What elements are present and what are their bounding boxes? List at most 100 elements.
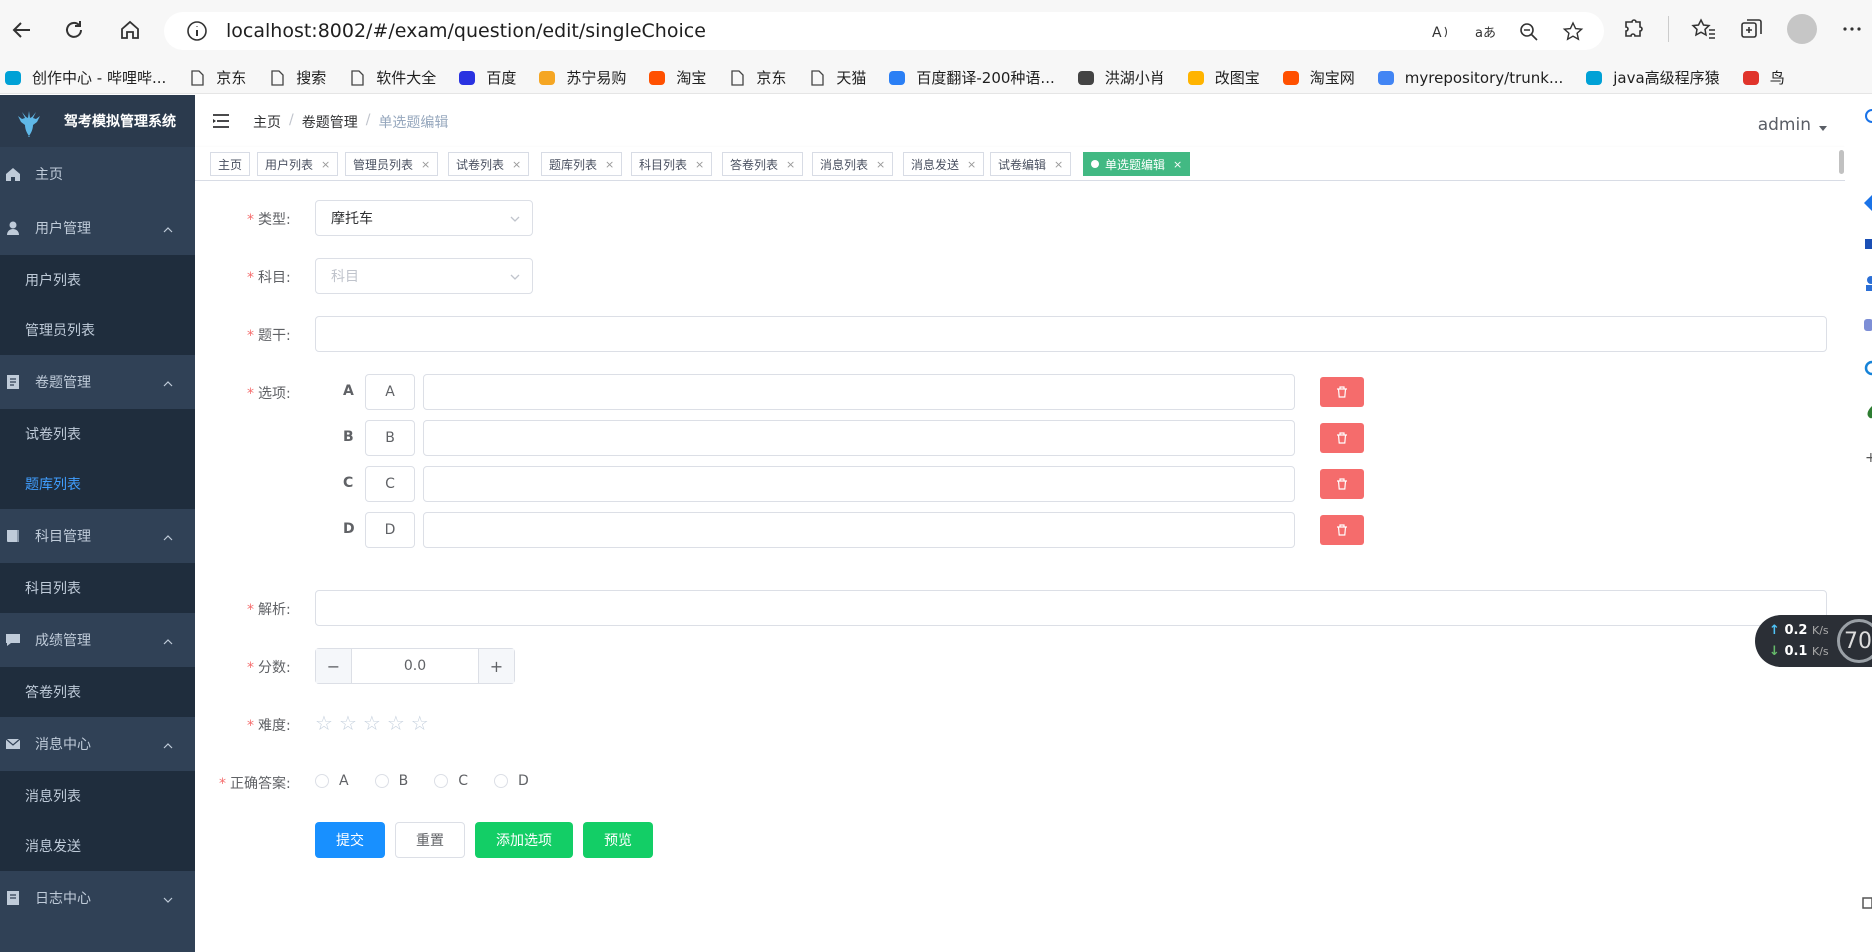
close-icon[interactable]: × (512, 158, 521, 171)
sidebar-item-home[interactable]: 主页 (0, 147, 195, 201)
menu-label[interactable]: 题库列表 (25, 474, 81, 494)
option-prefix-input[interactable]: B (365, 420, 415, 456)
radio-circle[interactable] (434, 774, 449, 788)
tag-label[interactable]: 试卷编辑 (998, 156, 1046, 173)
tag-label[interactable]: 试卷列表 (456, 156, 504, 173)
tag-label[interactable]: 用户列表 (265, 156, 313, 173)
bookmark-item[interactable]: 搜索 (268, 67, 326, 88)
option-prefix-input[interactable]: A (365, 374, 415, 410)
increase-button[interactable]: + (478, 649, 514, 683)
tag-label[interactable]: 题库列表 (549, 156, 597, 173)
tag-label[interactable]: 主页 (218, 156, 242, 173)
tag-item[interactable]: 消息列表 × (812, 152, 894, 176)
reset-button[interactable]: 重置 (395, 822, 465, 858)
sidebar-group[interactable]: 日志中心 (0, 871, 195, 925)
delete-option-button[interactable] (1320, 469, 1364, 499)
home-button[interactable] (112, 12, 148, 48)
radio-circle[interactable] (374, 774, 389, 788)
bookmark-label[interactable]: 改图宝 (1215, 67, 1260, 88)
tag-item[interactable]: 答卷列表 × (722, 152, 804, 176)
bookmark-label[interactable]: 洪湖小肖 (1105, 67, 1165, 88)
sidebar-subitem[interactable]: 用户列表 (0, 255, 195, 305)
bookmark-item[interactable]: 淘宝 (648, 67, 706, 88)
menu-label[interactable]: 用户管理 (35, 218, 91, 238)
star-icon[interactable]: ☆ (363, 713, 381, 733)
sidebar-group[interactable]: 卷题管理 (0, 355, 195, 409)
menu-label[interactable]: 科目列表 (25, 578, 81, 598)
briefcase-icon[interactable] (1863, 237, 1872, 251)
bookmark-item[interactable]: 苏宁易购 (538, 67, 626, 88)
sidebar-group[interactable]: 成绩管理 (0, 613, 195, 667)
breadcrumb-home[interactable]: 主页 (253, 112, 281, 132)
bookmark-label[interactable]: 天猫 (836, 67, 866, 88)
bookmark-item[interactable]: java高级程序猿 (1585, 67, 1720, 88)
read-aloud-icon[interactable]: A (1430, 21, 1452, 43)
user-menu[interactable]: admin (1758, 115, 1827, 135)
radio-circle[interactable] (493, 774, 508, 788)
star-icon[interactable]: ☆ (411, 713, 429, 733)
bookmark-item[interactable]: 改图宝 (1187, 67, 1260, 88)
reload-button[interactable] (56, 12, 92, 48)
tag-item[interactable]: 用户列表 × (257, 152, 339, 176)
diamond-icon[interactable] (1863, 195, 1872, 211)
breadcrumb-section[interactable]: 卷题管理 (302, 112, 358, 132)
close-icon[interactable]: × (967, 158, 976, 171)
menu-label[interactable]: 消息发送 (25, 836, 81, 856)
url-text[interactable]: localhost:8002/#/exam/question/edit/sing… (226, 20, 706, 42)
delete-option-button[interactable] (1320, 377, 1364, 407)
radio-label[interactable]: C (458, 773, 468, 789)
search-icon[interactable] (1862, 109, 1872, 127)
tag-label[interactable]: 管理员列表 (353, 156, 413, 173)
menu-label[interactable]: 日志中心 (35, 888, 91, 908)
menu-label[interactable]: 成绩管理 (35, 630, 91, 650)
bookmark-item[interactable]: 京东 (728, 67, 786, 88)
stem-input[interactable] (315, 316, 1827, 352)
option-content-input[interactable] (423, 466, 1295, 502)
bookmark-item[interactable]: myrepository/trunk... (1377, 69, 1563, 87)
tag-label[interactable]: 消息列表 (820, 156, 868, 173)
bookmark-item[interactable]: 淘宝网 (1282, 67, 1355, 88)
menu-label[interactable]: 管理员列表 (25, 320, 95, 340)
close-icon[interactable]: × (786, 158, 795, 171)
type-select[interactable]: 摩托车 (315, 200, 533, 236)
bookmark-label[interactable]: myrepository/trunk... (1405, 69, 1563, 87)
bookmark-label[interactable]: 京东 (216, 67, 246, 88)
tag-item[interactable]: 单选题编辑 × (1083, 152, 1191, 176)
difficulty-rating[interactable]: ☆ ☆ ☆ ☆ ☆ (315, 713, 429, 733)
preview-button[interactable]: 预览 (583, 822, 653, 858)
menu-label[interactable]: 用户列表 (25, 270, 81, 290)
extensions-icon[interactable] (1620, 16, 1646, 42)
favorite-add-icon[interactable] (1562, 21, 1584, 43)
close-icon[interactable]: × (1054, 158, 1063, 171)
submit-button[interactable]: 提交 (315, 822, 385, 858)
answer-radio[interactable]: D (493, 773, 529, 789)
bookmark-label[interactable]: java高级程序猿 (1613, 67, 1719, 88)
option-prefix-input[interactable]: D (365, 512, 415, 548)
tag-label[interactable]: 答卷列表 (730, 156, 778, 173)
sidebar-subitem[interactable]: 管理员列表 (0, 305, 195, 355)
radio-circle[interactable] (315, 774, 329, 788)
sidebar-subitem[interactable]: 题库列表 (0, 459, 195, 509)
back-button[interactable] (4, 12, 40, 48)
sidebar-subitem[interactable]: 消息列表 (0, 771, 195, 821)
bookmark-item[interactable]: 京东 (188, 67, 246, 88)
subject-select[interactable]: 科目 (315, 258, 533, 294)
sidebar-subitem[interactable]: 试卷列表 (0, 409, 195, 459)
sidebar-group[interactable]: 科目管理 (0, 509, 195, 563)
close-icon[interactable]: × (605, 158, 614, 171)
menu-label[interactable]: 试卷列表 (25, 424, 81, 444)
delete-option-button[interactable] (1320, 423, 1364, 453)
sidebar-subitem[interactable]: 答卷列表 (0, 667, 195, 717)
delete-option-button[interactable] (1320, 515, 1364, 545)
hamburger-icon[interactable] (211, 111, 231, 131)
bookmark-label[interactable]: 苏宁易购 (566, 67, 626, 88)
bookmark-label[interactable]: 淘宝 (676, 67, 706, 88)
tag-item[interactable]: 试卷编辑 × (990, 152, 1072, 176)
option-prefix-input[interactable]: C (365, 466, 415, 502)
menu-label[interactable]: 卷题管理 (35, 372, 91, 392)
radio-label[interactable]: D (518, 773, 529, 789)
bookmark-label[interactable]: 淘宝网 (1310, 67, 1355, 88)
answer-radio[interactable]: B (374, 773, 408, 789)
info-icon[interactable] (186, 20, 208, 42)
bookmark-item[interactable]: 鸟 (1742, 67, 1785, 88)
